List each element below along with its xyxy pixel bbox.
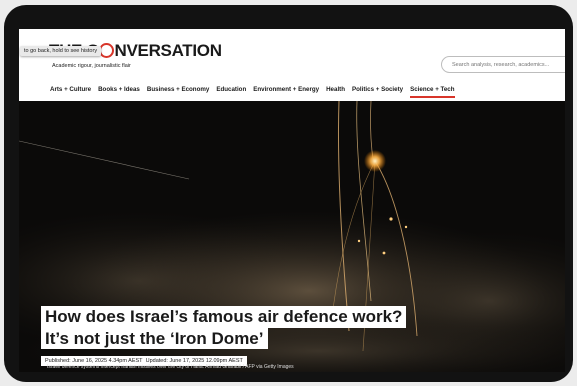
article-headline-line-1: How does Israel’s famous air defence wor…	[41, 306, 407, 328]
nav-item-books-ideas[interactable]: Books + Ideas	[98, 86, 140, 98]
search-input[interactable]	[441, 56, 565, 73]
logo-text-suffix: NVERSATION	[114, 41, 223, 60]
image-caption: Israeli defence systems intercept Irania…	[47, 364, 294, 370]
nav-item-science-tech[interactable]: Science + Tech	[410, 86, 455, 98]
debris-spark	[404, 225, 408, 229]
article-headline-block: How does Israel’s famous air defence wor…	[41, 306, 407, 367]
section-nav: Arts + Culture Books + Ideas Business + …	[50, 86, 455, 98]
browser-viewport: to go back, hold to see history THE CNVE…	[19, 29, 565, 372]
nav-item-arts-culture[interactable]: Arts + Culture	[50, 86, 91, 98]
device-frame: to go back, hold to see history THE CNVE…	[4, 5, 573, 382]
nav-item-politics-society[interactable]: Politics + Society	[352, 86, 403, 98]
hero-image: How does Israel’s famous air defence wor…	[19, 101, 565, 372]
nav-item-health[interactable]: Health	[326, 86, 345, 98]
nav-item-environment-energy[interactable]: Environment + Energy	[253, 86, 319, 98]
debris-spark	[382, 251, 386, 255]
site-tagline: Academic rigour, journalistic flair	[52, 63, 131, 69]
logo-ring-icon	[99, 43, 115, 58]
article-headline-line-2: It’s not just the ‘Iron Dome’	[41, 327, 268, 350]
back-button-tooltip: to go back, hold to see history	[20, 46, 102, 56]
nav-item-education[interactable]: Education	[216, 86, 246, 98]
debris-spark	[357, 239, 361, 243]
explosion-flare	[364, 150, 386, 172]
nav-item-business-economy[interactable]: Business + Economy	[147, 86, 209, 98]
debris-spark	[389, 217, 393, 221]
